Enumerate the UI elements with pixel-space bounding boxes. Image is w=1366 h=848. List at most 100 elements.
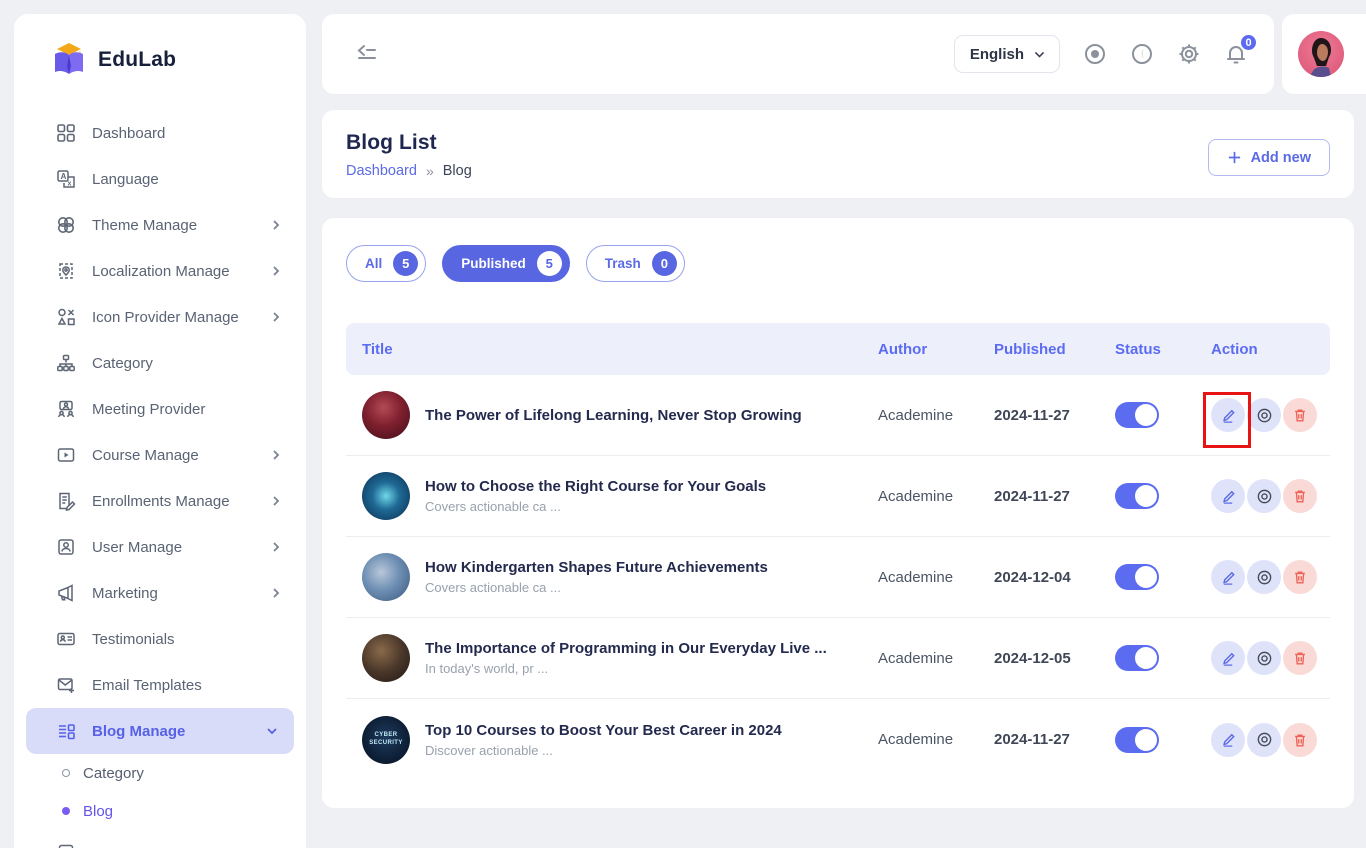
- blog-table: Title Author Published Status Action The…: [346, 323, 1330, 780]
- sidebar-item-meeting-provider[interactable]: Meeting Provider: [14, 386, 306, 432]
- edit-button[interactable]: [1211, 398, 1245, 432]
- column-header-status: Status: [1115, 341, 1211, 358]
- blog-excerpt: In today's world, pr ...: [425, 661, 827, 676]
- sidebar-item-label: Blog Manage: [92, 723, 264, 740]
- plus-icon: [1227, 150, 1242, 165]
- delete-button[interactable]: [1283, 479, 1317, 513]
- table-row: How Kindergarten Shapes Future Achieveme…: [346, 537, 1330, 618]
- table-row: How to Choose the Right Course for Your …: [346, 456, 1330, 537]
- filter-label: Trash: [605, 256, 641, 271]
- language-select[interactable]: English: [954, 35, 1060, 73]
- blog-thumbnail: [362, 391, 410, 439]
- sidebar-item-enrollments-manage[interactable]: Enrollments Manage: [14, 478, 306, 524]
- edit-button[interactable]: [1211, 723, 1245, 757]
- toggle-knob: [1135, 404, 1157, 426]
- sidebar-collapse-icon[interactable]: [354, 42, 378, 66]
- sidebar-subitem-blog[interactable]: Blog: [14, 792, 306, 830]
- dark-mode-moon-icon[interactable]: [1130, 42, 1154, 66]
- sidebar-item-label: Meeting Provider: [92, 401, 284, 418]
- view-button[interactable]: [1247, 723, 1281, 757]
- bullet-icon: [62, 807, 70, 815]
- sidebar-item-course-manage[interactable]: Course Manage: [14, 432, 306, 478]
- status-toggle[interactable]: [1115, 564, 1159, 590]
- sidebar-item-theme-manage[interactable]: Theme Manage: [14, 202, 306, 248]
- view-button[interactable]: [1247, 398, 1281, 432]
- blog-title[interactable]: How Kindergarten Shapes Future Achieveme…: [425, 559, 768, 576]
- sidebar-item-contacts[interactable]: Contacts: [14, 830, 306, 848]
- delete-button[interactable]: [1283, 398, 1317, 432]
- blog-title[interactable]: Top 10 Courses to Boost Your Best Career…: [425, 722, 782, 739]
- blog-title[interactable]: How to Choose the Right Course for Your …: [425, 478, 766, 495]
- sidebar-item-user-manage[interactable]: User Manage: [14, 524, 306, 570]
- toggle-knob: [1135, 729, 1157, 751]
- app-logo[interactable]: EduLab: [14, 38, 306, 82]
- chevron-right-icon: [268, 217, 284, 233]
- mail-plus-icon: [56, 675, 77, 696]
- notifications-bell-icon[interactable]: 0: [1224, 42, 1248, 66]
- column-header-action: Action: [1211, 341, 1330, 358]
- preview-eye-icon[interactable]: [1083, 42, 1107, 66]
- delete-button[interactable]: [1283, 723, 1317, 757]
- profile-card: [1282, 14, 1366, 94]
- user-avatar[interactable]: [1298, 31, 1344, 77]
- sidebar-subitem-category[interactable]: Category: [14, 754, 306, 792]
- filter-tab-published[interactable]: Published 5: [442, 245, 570, 282]
- sidebar-item-icon-provider-manage[interactable]: Icon Provider Manage: [14, 294, 306, 340]
- sidebar-item-dashboard[interactable]: Dashboard: [14, 110, 306, 156]
- sidebar-item-label: User Manage: [92, 539, 268, 556]
- sidebar-item-language[interactable]: Ax Language: [14, 156, 306, 202]
- status-toggle[interactable]: [1115, 727, 1159, 753]
- settings-gear-icon[interactable]: [1177, 42, 1201, 66]
- sidebar-subitem-label: Blog: [83, 803, 306, 820]
- sidebar-item-testimonials[interactable]: Testimonials: [14, 616, 306, 662]
- status-toggle[interactable]: [1115, 483, 1159, 509]
- sitemap-icon: [56, 353, 77, 374]
- sidebar-item-label: Testimonials: [92, 631, 284, 648]
- sidebar-item-label: Enrollments Manage: [92, 493, 268, 510]
- delete-button[interactable]: [1283, 560, 1317, 594]
- blog-published-date: 2024-12-05: [994, 650, 1115, 667]
- toggle-knob: [1135, 647, 1157, 669]
- chevron-right-icon: [268, 447, 284, 463]
- id-card-icon: [56, 629, 77, 650]
- page-title: Blog List: [346, 131, 1330, 155]
- sidebar-item-blog-manage[interactable]: Blog Manage: [26, 708, 294, 754]
- map-pin-icon: [56, 261, 77, 282]
- blog-title[interactable]: The Importance of Programming in Our Eve…: [425, 640, 827, 657]
- view-button[interactable]: [1247, 560, 1281, 594]
- filter-tab-trash[interactable]: Trash 0: [586, 245, 685, 282]
- delete-button[interactable]: [1283, 641, 1317, 675]
- table-row: CYBER SECURITY Top 10 Courses to Boost Y…: [346, 699, 1330, 780]
- svg-text:A: A: [61, 172, 67, 181]
- add-new-button[interactable]: Add new: [1208, 139, 1330, 176]
- toggle-knob: [1135, 566, 1157, 588]
- theme-icon: [56, 215, 77, 236]
- chevron-down-icon: [1033, 48, 1046, 61]
- table-row: The Power of Lifelong Learning, Never St…: [346, 375, 1330, 456]
- breadcrumb-dashboard-link[interactable]: Dashboard: [346, 163, 417, 179]
- sidebar-item-localization-manage[interactable]: Localization Manage: [14, 248, 306, 294]
- view-button[interactable]: [1247, 641, 1281, 675]
- sidebar: EduLab Dashboard Ax Language Theme Manag…: [14, 14, 306, 848]
- status-toggle[interactable]: [1115, 402, 1159, 428]
- sidebar-item-marketing[interactable]: Marketing: [14, 570, 306, 616]
- megaphone-icon: [56, 583, 77, 604]
- breadcrumb-separator: »: [426, 163, 434, 179]
- bullet-icon: [62, 769, 70, 777]
- view-button[interactable]: [1247, 479, 1281, 513]
- filter-label: All: [365, 256, 382, 271]
- sidebar-item-category[interactable]: Category: [14, 340, 306, 386]
- column-header-author: Author: [878, 341, 994, 358]
- blog-title[interactable]: The Power of Lifelong Learning, Never St…: [425, 407, 802, 424]
- app-name: EduLab: [98, 48, 176, 72]
- blog-excerpt: Covers actionable ca ...: [425, 580, 768, 595]
- status-toggle[interactable]: [1115, 645, 1159, 671]
- filter-tab-all[interactable]: All 5: [346, 245, 426, 282]
- chevron-down-icon: [264, 723, 280, 739]
- blog-thumbnail: [362, 472, 410, 520]
- sidebar-item-email-templates[interactable]: Email Templates: [14, 662, 306, 708]
- edit-button[interactable]: [1211, 641, 1245, 675]
- edit-button[interactable]: [1211, 479, 1245, 513]
- sidebar-item-label: Language: [92, 171, 284, 188]
- edit-button[interactable]: [1211, 560, 1245, 594]
